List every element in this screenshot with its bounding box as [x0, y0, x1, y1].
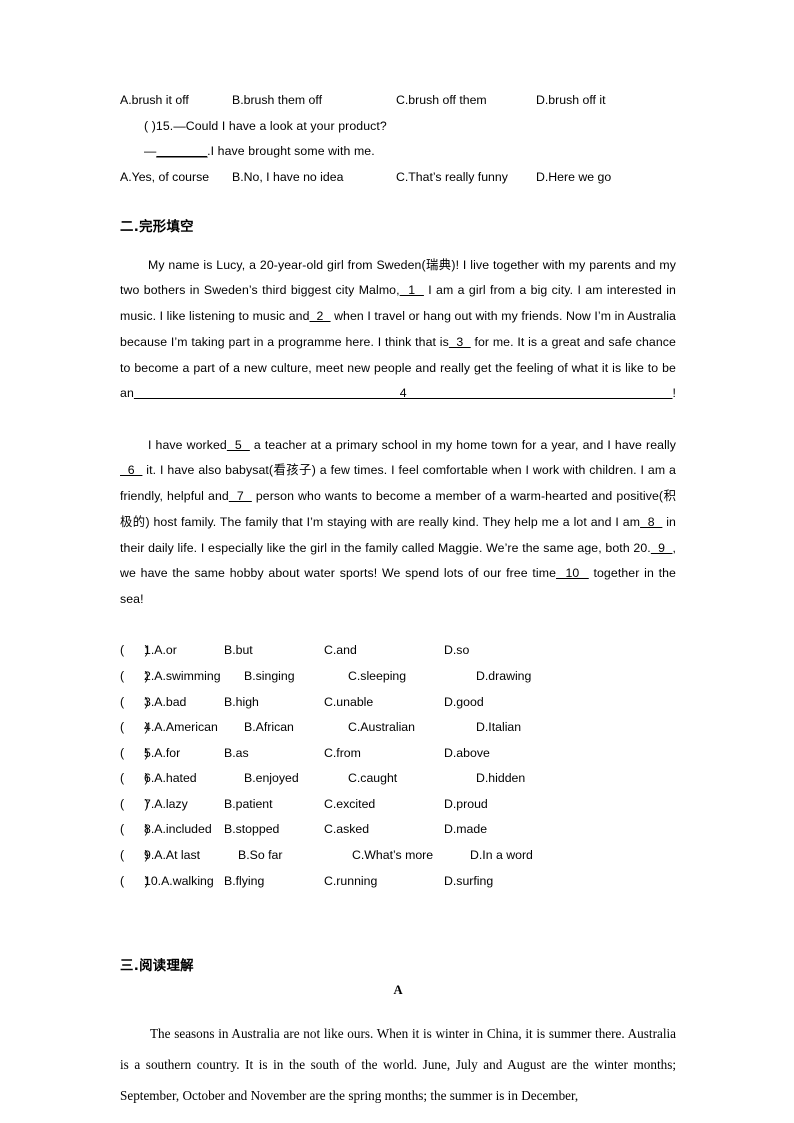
cloze-blank-9[interactable]: 9 — [651, 541, 673, 555]
cloze-question-row: ( ) 2.A.swimming B.singing C.sleeping D.draw… — [120, 664, 676, 690]
cloze-blank-1[interactable]: 1 — [400, 283, 424, 297]
cloze-question-row: ( ) 9.A.At last B.So far C.What’s more D.In … — [120, 843, 676, 869]
option-d[interactable]: D.Here we go — [536, 165, 611, 191]
option-d[interactable]: D.drawing — [476, 664, 531, 690]
cloze-question-row: ( ) 1.A.or B.but C.and D.so — [120, 638, 676, 664]
question-15-prompt: —Could I have a look at your product? — [173, 118, 387, 133]
option-a[interactable]: 7.A.lazy — [144, 792, 188, 818]
option-a[interactable]: A.brush it off — [120, 88, 189, 114]
question-15-answer-line: —________.I have brought some with me. — [120, 139, 676, 165]
option-a[interactable]: 4.A.American — [144, 715, 218, 741]
option-b[interactable]: B.No, I have no idea — [232, 165, 343, 191]
option-c[interactable]: C.from — [324, 741, 361, 767]
option-c[interactable]: C.sleeping — [348, 664, 406, 690]
option-a[interactable]: A.Yes, of course — [120, 165, 209, 191]
options-row-q15: A.Yes, of course B.No, I have no idea C.… — [120, 165, 676, 191]
option-b[interactable]: B.stopped — [224, 817, 279, 843]
cloze-text: a teacher at a primary school in my home… — [249, 437, 676, 452]
option-d[interactable]: D.so — [444, 638, 469, 664]
option-d[interactable]: D.In a word — [470, 843, 533, 869]
option-d[interactable]: D.made — [444, 817, 487, 843]
option-d[interactable]: D.hidden — [476, 766, 525, 792]
cloze-question-row: ( ) 6.A.hated B.enjoyed C.caught D.hidden — [120, 766, 676, 792]
option-b[interactable]: B.African — [244, 715, 294, 741]
option-c[interactable]: C.That’s really funny — [396, 165, 508, 191]
cloze-blank-2[interactable]: 2 — [310, 309, 331, 323]
option-c[interactable]: C.Australian — [348, 715, 415, 741]
option-c[interactable]: C.What’s more — [352, 843, 433, 869]
option-c[interactable]: C.and — [324, 638, 357, 664]
cloze-blank-6[interactable]: 6 — [120, 463, 142, 477]
option-c[interactable]: C.running — [324, 869, 377, 895]
cloze-text: I have worked — [148, 437, 227, 452]
option-a[interactable]: 6.A.hated — [144, 766, 197, 792]
cloze-paragraph-1: My name is Lucy, a 20-year-old girl from… — [120, 253, 676, 433]
option-c[interactable]: C.brush off them — [396, 88, 487, 114]
option-b[interactable]: B.flying — [224, 869, 264, 895]
option-a[interactable]: 8.A.included — [144, 817, 212, 843]
option-b[interactable]: B.enjoyed — [244, 766, 299, 792]
option-c[interactable]: C.caught — [348, 766, 397, 792]
question-15-marker[interactable]: ( )15. — [144, 119, 173, 133]
cloze-blank-7[interactable]: 7 — [229, 489, 252, 503]
option-d[interactable]: D.surfing — [444, 869, 493, 895]
worksheet-page: A.brush it off B.brush them off C.brush … — [0, 0, 794, 1123]
option-b[interactable]: B.patient — [224, 792, 273, 818]
cloze-blank-10[interactable]: 10 — [556, 566, 589, 580]
option-b[interactable]: B.singing — [244, 664, 295, 690]
section-two-heading: 二.完形填空 — [120, 219, 194, 235]
cloze-question-row: ( ) 5.A.for B.as C.from D.above — [120, 741, 676, 767]
passage-label-a: A — [393, 983, 403, 998]
option-b[interactable]: B.as — [224, 741, 249, 767]
option-a[interactable]: 3.A.bad — [144, 690, 186, 716]
answer-tail: .I have brought some with me. — [207, 144, 375, 159]
option-b[interactable]: B.brush them off — [232, 88, 322, 114]
cloze-blank-5[interactable]: 5 — [227, 438, 250, 452]
option-d[interactable]: D.above — [444, 741, 490, 767]
cloze-text: ! — [672, 386, 676, 401]
section-three-heading: 三.阅读理解 — [120, 959, 194, 975]
cloze-blank-8[interactable]: 8 — [640, 515, 662, 529]
options-row-q14: A.brush it off B.brush them off C.brush … — [120, 88, 676, 114]
option-b[interactable]: B.high — [224, 690, 259, 716]
option-a[interactable]: 10.A.walking — [144, 869, 214, 895]
option-d[interactable]: D.brush off it — [536, 88, 606, 114]
option-d[interactable]: D.good — [444, 690, 484, 716]
option-b[interactable]: B.but — [224, 638, 253, 664]
cloze-paragraph-2: I have worked 5 a teacher at a primary s… — [120, 433, 676, 639]
option-a[interactable]: 9.A.At last — [144, 843, 200, 869]
option-c[interactable]: C.excited — [324, 792, 375, 818]
cloze-question-row: ( ) 10.A.walking B.flying C.running D.surfin… — [120, 869, 676, 895]
cloze-question-list: ( ) 1.A.or B.but C.and D.so( ) 2.A.swimming B.… — [120, 638, 676, 894]
option-a[interactable]: 1.A.or — [144, 638, 177, 664]
cloze-question-row: ( ) 8.A.included B.stopped C.asked D.made — [120, 817, 676, 843]
page-content: A.brush it off B.brush them off C.brush … — [120, 88, 676, 1111]
option-a[interactable]: 5.A.for — [144, 741, 180, 767]
cloze-blank-3[interactable]: 3 — [449, 335, 471, 349]
cloze-question-row: ( ) 3.A.bad B.high C.unable D.good — [120, 690, 676, 716]
cloze-blank-4[interactable]: 4 — [134, 386, 673, 400]
answer-dash: — — [144, 144, 157, 159]
option-c[interactable]: C.asked — [324, 817, 369, 843]
reading-passage-a: The seasons in Australia are not like ou… — [120, 1025, 676, 1103]
option-c[interactable]: C.unable — [324, 690, 373, 716]
answer-blank[interactable]: ________ — [156, 144, 207, 158]
option-a[interactable]: 2.A.swimming — [144, 664, 221, 690]
option-b[interactable]: B.So far — [238, 843, 282, 869]
option-d[interactable]: D.proud — [444, 792, 488, 818]
question-15-stem: ( )15.—Could I have a look at your produ… — [120, 114, 676, 140]
cloze-question-row: ( ) 4.A.American B.African C.Australian D.It… — [120, 715, 676, 741]
cloze-question-row: ( ) 7.A.lazy B.patient C.excited D.proud — [120, 792, 676, 818]
option-d[interactable]: D.Italian — [476, 715, 521, 741]
